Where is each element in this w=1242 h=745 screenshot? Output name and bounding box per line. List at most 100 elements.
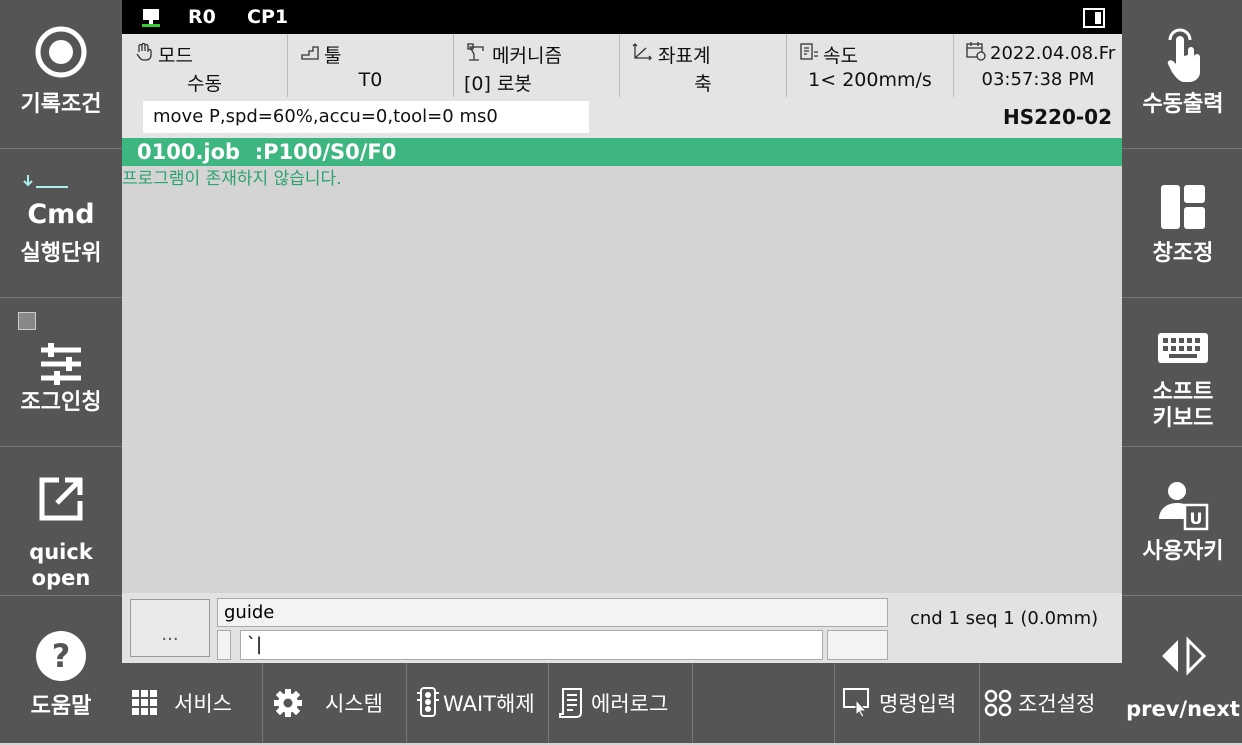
step-icon xyxy=(20,171,70,191)
tool-icon xyxy=(300,42,320,67)
command-input[interactable]: `| xyxy=(240,630,823,660)
tool-cell[interactable]: 툴 T0 xyxy=(288,34,454,97)
mode-value: 수동 xyxy=(187,73,222,95)
svg-text:U: U xyxy=(1190,509,1203,528)
tab-system-label: 시스템 xyxy=(325,692,383,716)
tab-condition-settings-label: 조건설정 xyxy=(1018,692,1096,716)
date-value: 2022.04.08.Fr xyxy=(990,43,1116,64)
mode-cell[interactable]: 모드 수동 xyxy=(122,34,288,97)
tab-service[interactable]: 서비스 xyxy=(122,663,263,743)
speed-label: 속도 xyxy=(823,45,858,67)
speed-cell[interactable]: 속도 1< 200mm/s xyxy=(787,34,954,97)
tab-wait-release-label: WAIT해제 xyxy=(443,692,535,716)
bottom-tab-bar: 서비스 시스템 WAIT해제 에러로그 명령입력 조건설정 xyxy=(122,663,1122,743)
window-layout-icon xyxy=(1122,177,1242,237)
speed-icon xyxy=(799,42,819,67)
coordinate-cell[interactable]: 좌표계 축 xyxy=(620,34,787,97)
left-sidebar: 기록조건 Cmd 실행단위 조그인칭 quick open ? 도움말 xyxy=(0,0,122,743)
window-adjust-button[interactable]: 창조정 xyxy=(1122,149,1242,298)
log-icon xyxy=(559,688,585,718)
program-message: 프로그램이 존재하지 않습니다. xyxy=(122,169,342,189)
mechanism-cell[interactable]: 메커니즘 [0] 로봇 xyxy=(454,34,620,97)
soft-keyboard-label: 소프트 키보드 xyxy=(1122,380,1242,432)
jog-inching-button[interactable]: 조그인칭 xyxy=(0,298,122,447)
sliders-icon xyxy=(0,334,122,394)
axis-icon xyxy=(632,42,654,67)
touch-icon xyxy=(1122,25,1242,85)
status-row: 모드 수동 툴 T0 메커니즘 [0] 로봇 좌표계 축 속도 1< 200mm… xyxy=(122,34,1122,97)
top-status-bar: R0 CP1 xyxy=(122,0,1122,34)
condition-icon xyxy=(984,689,1012,717)
robot-label: R0 xyxy=(188,6,216,28)
jog-inching-label: 조그인칭 xyxy=(20,390,102,415)
input-prefix-box[interactable] xyxy=(217,630,231,660)
command-row: move P,spd=60%,accu=0,tool=0 ms0 HS220-0… xyxy=(122,97,1122,138)
tab-error-log-label: 에러로그 xyxy=(591,692,669,716)
datetime-cell[interactable]: 2022.04.08.Fr 03:57:38 PM xyxy=(954,34,1122,97)
prev-next-label: prev/next xyxy=(1126,697,1240,721)
window-adjust-label: 창조정 xyxy=(1152,241,1214,266)
mode-label: 모드 xyxy=(158,45,193,67)
program-label: CP1 xyxy=(247,6,289,28)
tab-service-label: 서비스 xyxy=(174,692,232,716)
svg-text:?: ? xyxy=(52,637,71,675)
record-icon xyxy=(0,22,122,82)
record-condition-button[interactable]: 기록조건 xyxy=(0,0,122,149)
battery-icon xyxy=(1083,8,1105,32)
soft-keyboard-label-line2: 키보드 xyxy=(1152,406,1214,431)
calendar-icon xyxy=(966,41,986,66)
command-input-icon xyxy=(843,688,873,718)
tab-system[interactable]: 시스템 xyxy=(263,663,407,743)
cmd-icon: Cmd xyxy=(27,199,95,230)
tool-value: T0 xyxy=(358,69,383,91)
quick-open-button[interactable]: quick open xyxy=(0,447,122,596)
robot-arm-icon xyxy=(466,42,488,67)
coordinate-label: 좌표계 xyxy=(658,45,711,67)
tab-error-log[interactable]: 에러로그 xyxy=(549,663,693,743)
user-key-label: 사용자키 xyxy=(1142,539,1224,564)
external-link-icon xyxy=(0,469,122,529)
network-icon xyxy=(140,7,162,33)
help-icon: ? xyxy=(0,626,122,686)
tab-command-input[interactable]: 명령입력 xyxy=(835,663,980,743)
tab-command-input-label: 명령입력 xyxy=(879,692,957,716)
right-sidebar: 수동출력 창조정 소프트 키보드 U 사용자키 prev/next xyxy=(1122,0,1242,743)
mechanism-value: [0] 로봇 xyxy=(464,73,532,95)
job-bar[interactable]: 0100.job :P100/S0/F0 xyxy=(122,138,1122,166)
manual-output-label: 수동출력 xyxy=(1142,92,1224,117)
prev-next-button[interactable]: prev/next xyxy=(1122,596,1242,745)
user-key-icon: U xyxy=(1122,475,1242,535)
more-label: ... xyxy=(161,624,179,645)
time-value: 03:57:38 PM xyxy=(981,69,1095,90)
exec-unit-label: 실행단위 xyxy=(20,241,102,266)
tab-condition-settings[interactable]: 조건설정 xyxy=(980,663,1122,743)
checkbox-icon[interactable] xyxy=(18,312,36,330)
keyboard-icon xyxy=(1122,328,1242,368)
user-key-button[interactable]: U 사용자키 xyxy=(1122,447,1242,596)
mechanism-label: 메커니즘 xyxy=(492,45,562,67)
help-button[interactable]: ? 도움말 xyxy=(0,596,122,745)
exec-unit-button[interactable]: Cmd 실행단위 xyxy=(0,149,122,298)
speed-value: 1< 200mm/s xyxy=(808,69,932,91)
guide-field: guide xyxy=(217,598,888,627)
coordinate-value: 축 xyxy=(694,73,712,95)
record-condition-label: 기록조건 xyxy=(20,92,102,117)
prev-next-icon xyxy=(1122,626,1242,686)
tab-wait-release[interactable]: WAIT해제 xyxy=(407,663,549,743)
more-button[interactable]: ... xyxy=(130,599,210,657)
input-side-box[interactable] xyxy=(827,630,888,660)
robot-model: HS220-02 xyxy=(1002,105,1112,129)
input-panel: ... guide `| cnd 1 seq 1 (0.0mm) xyxy=(122,593,1122,663)
manual-output-button[interactable]: 수동출력 xyxy=(1122,0,1242,149)
command-line[interactable]: move P,spd=60%,accu=0,tool=0 ms0 xyxy=(143,101,589,133)
help-label: 도움말 xyxy=(30,694,92,719)
traffic-light-icon xyxy=(417,687,439,719)
cnd-seq-info: cnd 1 seq 1 (0.0mm) xyxy=(910,608,1099,629)
gear-icon xyxy=(273,688,303,718)
grid-icon xyxy=(132,690,158,716)
soft-keyboard-button[interactable]: 소프트 키보드 xyxy=(1122,298,1242,447)
tab-empty[interactable] xyxy=(693,663,835,743)
soft-keyboard-label-line1: 소프트 xyxy=(1152,380,1214,405)
hand-icon xyxy=(134,42,154,67)
quick-open-label: quick open xyxy=(29,540,93,590)
